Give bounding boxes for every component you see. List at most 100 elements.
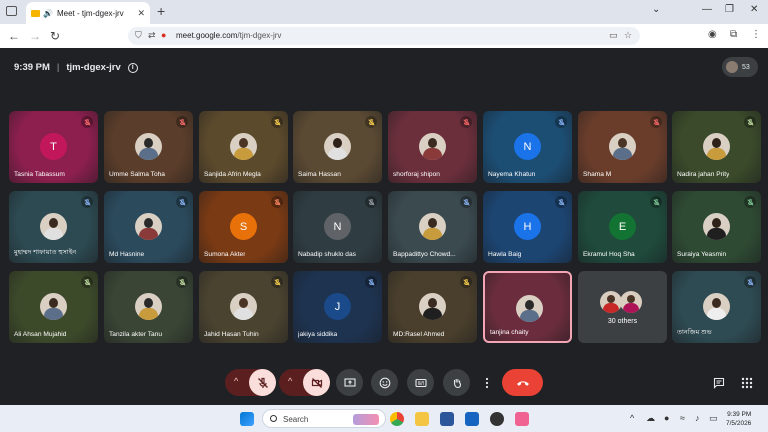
chat-icon bbox=[713, 377, 725, 389]
leave-call-button[interactable] bbox=[502, 369, 543, 396]
leave-call-icon bbox=[516, 380, 529, 386]
participant-name: Nabadip shuklo das bbox=[298, 251, 356, 258]
chat-button[interactable] bbox=[713, 376, 725, 394]
app-taskbar-icon[interactable] bbox=[515, 412, 529, 426]
mic-toggle-button[interactable] bbox=[249, 369, 276, 396]
extensions-icon[interactable]: ⧉ bbox=[730, 29, 737, 40]
profile-icon[interactable]: ◉ bbox=[708, 29, 717, 40]
reactions-button[interactable] bbox=[371, 369, 398, 396]
camera-off-icon bbox=[311, 377, 322, 388]
close-window-button[interactable]: ✕ bbox=[750, 4, 758, 15]
wifi-icon[interactable]: ≈ bbox=[680, 413, 685, 423]
participant-tile[interactable]: Sanjida Afrin Megla bbox=[199, 111, 288, 183]
participant-photo bbox=[703, 213, 730, 240]
participant-tile[interactable]: tanjina chaity bbox=[483, 271, 572, 343]
back-button[interactable]: ← bbox=[8, 29, 20, 43]
start-button-icon[interactable] bbox=[240, 412, 254, 426]
tray-overflow-icon[interactable]: ^ bbox=[630, 413, 634, 423]
battery-icon[interactable]: ▭ bbox=[709, 413, 718, 424]
participant-tile[interactable]: Jahid Hasan Tuhin bbox=[199, 271, 288, 343]
word-icon[interactable] bbox=[440, 412, 454, 426]
participant-tile[interactable]: মুহাম্মদ শাফায়াত হুসাইন bbox=[9, 191, 98, 263]
mic-in-use-icon[interactable]: ● bbox=[161, 30, 166, 40]
chrome-taskbar-icon[interactable] bbox=[390, 412, 404, 426]
participant-tile[interactable]: E Ekramul Hoq Sha bbox=[578, 191, 667, 263]
others-avatar-2 bbox=[620, 291, 642, 313]
site-info-icon[interactable]: ⛉ bbox=[135, 30, 142, 41]
audio-playing-icon[interactable]: 🔊 bbox=[43, 9, 53, 18]
participant-tile[interactable]: N Nabadip shuklo das bbox=[293, 191, 382, 263]
participant-name: Bappadittyo Chowd... bbox=[393, 251, 456, 258]
taskbar-search[interactable]: Search bbox=[262, 409, 386, 428]
participant-photo bbox=[135, 293, 162, 320]
participant-tile[interactable]: S Sumona Akter bbox=[199, 191, 288, 263]
menu-kebab-icon[interactable]: ⋮ bbox=[751, 29, 761, 40]
tab-search-icon[interactable]: ⌄ bbox=[652, 4, 660, 15]
address-bar[interactable]: ⛉ ⇄ ● meet.google.com/tjm-dgex-jrv ▭ ☆ bbox=[128, 27, 640, 45]
mic-options-caret-icon[interactable]: ^ bbox=[234, 376, 238, 386]
tab-actions-icon[interactable] bbox=[6, 6, 17, 16]
tab-strip: 🔊 Meet - tjm-dgex-jrv ✕ + ⌄ — ❐ ✕ bbox=[0, 0, 768, 24]
present-button[interactable] bbox=[336, 369, 363, 396]
media-player-icon[interactable] bbox=[490, 412, 504, 426]
minimize-button[interactable]: — bbox=[702, 4, 712, 15]
camera-toggle-button[interactable] bbox=[303, 369, 330, 396]
new-tab-button[interactable]: + bbox=[157, 3, 165, 19]
participant-tile[interactable]: N Nayema Khatun bbox=[483, 111, 572, 183]
meeting-info-icon[interactable]: i bbox=[127, 62, 138, 73]
people-button[interactable]: 53 bbox=[722, 57, 758, 77]
participant-tile[interactable]: Md Hasnine bbox=[104, 191, 193, 263]
permissions-icon[interactable]: ⇄ bbox=[148, 30, 156, 41]
participant-photo bbox=[40, 213, 67, 240]
volume-icon[interactable]: ♪ bbox=[695, 413, 700, 423]
maximize-button[interactable]: ❐ bbox=[725, 4, 734, 15]
muted-mic-icon bbox=[744, 116, 756, 128]
cloud-icon[interactable]: ☁ bbox=[646, 413, 655, 424]
participant-tile[interactable]: Shama M bbox=[578, 111, 667, 183]
captions-button[interactable] bbox=[407, 369, 434, 396]
muted-mic-icon bbox=[365, 276, 377, 288]
participant-tile[interactable]: shorforaj shipon bbox=[388, 111, 477, 183]
participant-tile[interactable]: H Hawla Baig bbox=[483, 191, 572, 263]
participant-initial-avatar: N bbox=[324, 213, 351, 240]
participant-tile[interactable]: T Tasnia Tabassum bbox=[9, 111, 98, 183]
close-tab-icon[interactable]: ✕ bbox=[137, 8, 145, 19]
camera-options-caret-icon[interactable]: ^ bbox=[288, 376, 292, 386]
mic-tray-icon[interactable]: ● bbox=[664, 413, 669, 423]
system-clock[interactable]: 9:39 PM 7/5/2026 bbox=[726, 410, 751, 428]
participant-tile[interactable]: Bappadittyo Chowd... bbox=[388, 191, 477, 263]
windows-taskbar: Search ^ ☁ ● ≈ ♪ ▭ 9:39 PM 7/5/2026 bbox=[0, 405, 768, 432]
tab-meet[interactable]: 🔊 Meet - tjm-dgex-jrv ✕ bbox=[26, 2, 150, 24]
participant-tile[interactable]: Nadira jahan Prity bbox=[672, 111, 761, 183]
participant-name: Hawla Baig bbox=[488, 251, 522, 258]
muted-mic-icon bbox=[744, 196, 756, 208]
meeting-header: 9:39 PM | tjm-dgex-jrv i bbox=[14, 62, 138, 73]
muted-mic-icon bbox=[555, 116, 567, 128]
participant-tile[interactable]: Tanzila akter Tanu bbox=[104, 271, 193, 343]
install-app-icon[interactable]: ▭ bbox=[609, 30, 618, 41]
participant-tile[interactable]: Saima Hassan bbox=[293, 111, 382, 183]
participant-tile[interactable]: Jjakiya siddika bbox=[293, 271, 382, 343]
participant-tile[interactable]: তানজিম শুভ bbox=[672, 271, 761, 343]
store-icon[interactable] bbox=[465, 412, 479, 426]
file-explorer-icon[interactable] bbox=[415, 412, 429, 426]
participant-tile[interactable]: Suraiya Yeasmin bbox=[672, 191, 761, 263]
forward-button[interactable]: → bbox=[29, 29, 41, 43]
others-tile[interactable]: 30 others bbox=[578, 271, 667, 343]
reload-button[interactable]: ↻ bbox=[50, 29, 60, 43]
meeting-time: 9:39 PM bbox=[14, 62, 50, 73]
participant-name: Ekramul Hoq Sha bbox=[583, 251, 635, 258]
participant-initial-avatar: S bbox=[230, 213, 257, 240]
participant-tile[interactable]: Umme Salma Toha bbox=[104, 111, 193, 183]
participant-tile[interactable]: Ali Ahsan Mujahid bbox=[9, 271, 98, 343]
browser-toolbar: ← → ↻ ⛉ ⇄ ● meet.google.com/tjm-dgex-jrv… bbox=[0, 24, 768, 48]
muted-mic-icon bbox=[460, 196, 472, 208]
muted-mic-icon bbox=[176, 116, 188, 128]
more-options-button[interactable] bbox=[478, 369, 496, 396]
activities-icon bbox=[741, 377, 753, 389]
participant-name: MD:Rasel Ahmed bbox=[393, 331, 445, 338]
activities-button[interactable] bbox=[741, 376, 753, 394]
raise-hand-button[interactable] bbox=[443, 369, 470, 396]
bookmark-star-icon[interactable]: ☆ bbox=[624, 30, 632, 41]
participant-tile[interactable]: MD:Rasel Ahmed bbox=[388, 271, 477, 343]
